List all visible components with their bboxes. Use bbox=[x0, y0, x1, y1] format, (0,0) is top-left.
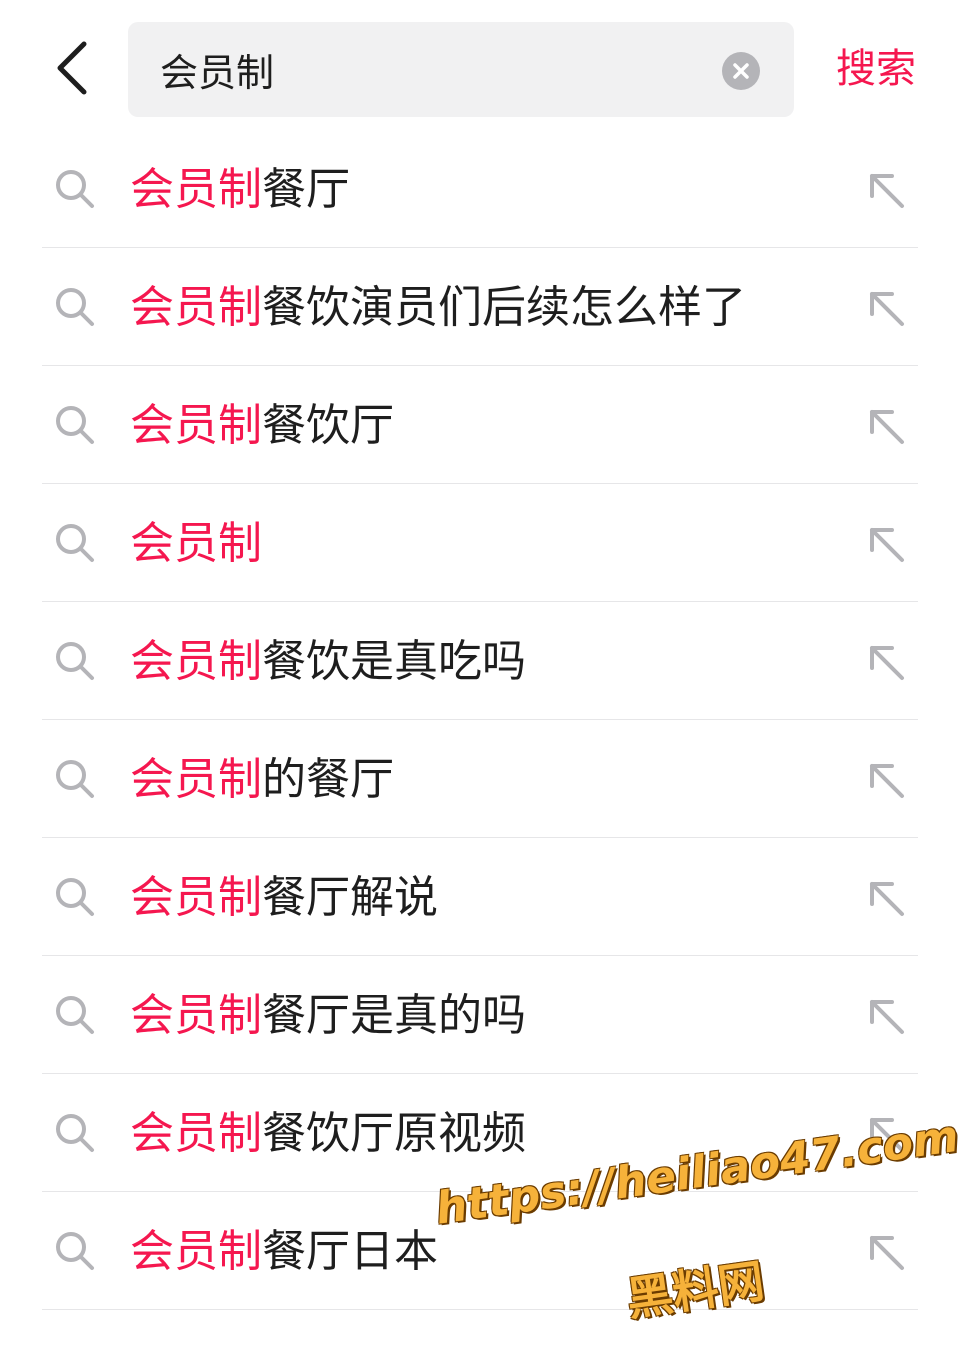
fill-query-button[interactable] bbox=[864, 286, 908, 330]
arrow-up-left-icon bbox=[864, 1118, 908, 1160]
suggestion-highlight: 会员制 bbox=[130, 872, 262, 923]
search-icon bbox=[54, 640, 96, 682]
suggestion-rest: 餐厅是真的吗 bbox=[262, 990, 526, 1041]
search-icon bbox=[54, 876, 96, 918]
search-input[interactable] bbox=[160, 22, 700, 117]
suggestion-text: 会员制餐厅解说 bbox=[130, 868, 438, 928]
suggestion-highlight: 会员制 bbox=[130, 990, 262, 1041]
arrow-up-left-icon bbox=[864, 764, 908, 806]
suggestion-text: 会员制餐厅 bbox=[130, 160, 350, 220]
fill-query-button[interactable] bbox=[864, 1230, 908, 1274]
suggestion-text: 会员制的餐厅 bbox=[130, 750, 394, 810]
search-icon bbox=[54, 994, 96, 1036]
fill-query-button[interactable] bbox=[864, 1112, 908, 1156]
suggestion-text: 会员制餐饮厅 bbox=[130, 396, 394, 456]
chevron-left-icon bbox=[57, 41, 87, 95]
arrow-up-left-icon bbox=[864, 292, 908, 334]
search-icon bbox=[54, 404, 96, 446]
suggestion-item[interactable]: 会员制餐厅 bbox=[0, 130, 960, 248]
suggestion-text: 会员制餐饮演员们后续怎么样了 bbox=[130, 278, 746, 338]
suggestion-highlight: 会员制 bbox=[130, 282, 262, 333]
suggestion-rest: 餐厅解说 bbox=[262, 872, 438, 923]
arrow-up-left-icon bbox=[864, 1000, 908, 1042]
suggestion-highlight: 会员制 bbox=[130, 754, 262, 805]
arrow-up-left-icon bbox=[864, 174, 908, 216]
suggestion-list: 会员制餐厅 会员制餐饮演员们后续怎么样了 会员制餐饮厅 会员制 会员制餐饮是真吃吗 会员制… bbox=[0, 130, 960, 1310]
suggestion-highlight: 会员制 bbox=[130, 1226, 262, 1277]
arrow-up-left-icon bbox=[864, 410, 908, 452]
suggestion-rest: 餐厅日本 bbox=[262, 1226, 438, 1277]
arrow-up-left-icon bbox=[864, 1236, 908, 1278]
suggestion-rest: 餐饮厅 bbox=[262, 400, 394, 451]
fill-query-button[interactable] bbox=[864, 994, 908, 1038]
suggestion-item[interactable]: 会员制餐饮演员们后续怎么样了 bbox=[0, 248, 960, 366]
fill-query-button[interactable] bbox=[864, 404, 908, 448]
suggestion-item[interactable]: 会员制餐厅解说 bbox=[0, 838, 960, 956]
search-button[interactable]: 搜索 bbox=[836, 44, 916, 94]
arrow-up-left-icon bbox=[864, 528, 908, 570]
fill-query-button[interactable] bbox=[864, 876, 908, 920]
fill-query-button[interactable] bbox=[864, 168, 908, 212]
search-icon bbox=[54, 1230, 96, 1272]
suggestion-item[interactable]: 会员制 bbox=[0, 484, 960, 602]
suggestion-highlight: 会员制 bbox=[130, 1108, 262, 1159]
suggestion-text: 会员制餐厅是真的吗 bbox=[130, 986, 526, 1046]
arrow-up-left-icon bbox=[864, 882, 908, 924]
suggestion-rest: 的餐厅 bbox=[262, 754, 394, 805]
suggestion-highlight: 会员制 bbox=[130, 400, 262, 451]
search-box bbox=[128, 22, 794, 117]
suggestion-highlight: 会员制 bbox=[130, 636, 262, 687]
fill-query-button[interactable] bbox=[864, 640, 908, 684]
suggestion-rest: 餐饮是真吃吗 bbox=[262, 636, 526, 687]
suggestion-rest: 餐厅 bbox=[262, 164, 350, 215]
suggestion-item[interactable]: 会员制餐饮厅原视频 bbox=[0, 1074, 960, 1192]
suggestion-item[interactable]: 会员制餐厅日本 bbox=[0, 1192, 960, 1310]
suggestion-highlight: 会员制 bbox=[130, 164, 262, 215]
suggestion-rest: 餐饮演员们后续怎么样了 bbox=[262, 282, 746, 333]
suggestion-item[interactable]: 会员制餐饮厅 bbox=[0, 366, 960, 484]
search-icon bbox=[54, 286, 96, 328]
search-icon bbox=[54, 1112, 96, 1154]
suggestion-text: 会员制餐饮是真吃吗 bbox=[130, 632, 526, 692]
back-button[interactable] bbox=[40, 36, 104, 100]
search-icon bbox=[54, 168, 96, 210]
suggestion-item[interactable]: 会员制餐厅是真的吗 bbox=[0, 956, 960, 1074]
close-icon bbox=[733, 63, 749, 79]
suggestion-rest: 餐饮厅原视频 bbox=[262, 1108, 526, 1159]
arrow-up-left-icon bbox=[864, 646, 908, 688]
suggestion-text: 会员制餐厅日本 bbox=[130, 1222, 438, 1282]
suggestion-item[interactable]: 会员制的餐厅 bbox=[0, 720, 960, 838]
search-icon bbox=[54, 758, 96, 800]
divider bbox=[42, 1309, 918, 1310]
suggestion-text: 会员制餐饮厅原视频 bbox=[130, 1104, 526, 1164]
search-icon bbox=[54, 522, 96, 564]
suggestion-text: 会员制 bbox=[130, 514, 262, 574]
search-header: 搜索 bbox=[0, 0, 960, 130]
fill-query-button[interactable] bbox=[864, 522, 908, 566]
suggestion-item[interactable]: 会员制餐饮是真吃吗 bbox=[0, 602, 960, 720]
suggestion-highlight: 会员制 bbox=[130, 518, 262, 569]
fill-query-button[interactable] bbox=[864, 758, 908, 802]
clear-button[interactable] bbox=[722, 52, 760, 90]
